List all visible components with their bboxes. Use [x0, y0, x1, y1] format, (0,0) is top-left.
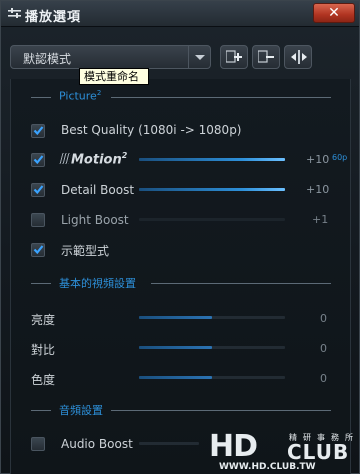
light-boost-value: +1 [312, 213, 329, 226]
hdclub-watermark: HD 精研事務所 CLUB WWW.HD.CLUB.TW [197, 429, 360, 474]
remove-preset-icon [258, 50, 274, 63]
detail-boost-slider[interactable] [139, 188, 285, 191]
contrast-slider[interactable] [139, 346, 285, 349]
detail-boost-slider-fill [139, 188, 285, 191]
detail-boost-label: Detail Boost [61, 183, 135, 197]
divider [31, 97, 51, 98]
video-section-header: 基本的視頻設置 [31, 276, 331, 290]
settings-sliders-icon [8, 8, 21, 18]
contrast-slider-fill [139, 346, 212, 349]
brightness-slider[interactable] [139, 316, 285, 319]
detail-boost-value: +10 [306, 183, 330, 196]
checkmark-icon [33, 245, 44, 255]
motion-checkbox[interactable] [31, 153, 45, 167]
motion-value: +10 [306, 153, 330, 166]
checkmark-icon [33, 126, 44, 136]
preset-select[interactable]: 默認模式 [10, 45, 211, 69]
demo-mode-checkbox[interactable] [31, 243, 45, 257]
contrast-label: 對比 [31, 343, 56, 357]
section-label-audio: 音頻設置 [59, 404, 103, 417]
options-window: 播放選項 ✕ 默認模式 Picture2 Best Quality (1080i… [0, 0, 360, 474]
watermark-url: WWW.HD.CLUB.TW [219, 462, 316, 472]
divider [151, 283, 331, 284]
hue-slider-fill [139, 376, 212, 379]
light-boost-checkbox[interactable] [31, 213, 45, 227]
hue-slider[interactable] [139, 376, 285, 379]
best-quality-label: Best Quality (1080i -> 1080p) [61, 123, 242, 137]
hue-value: 0 [320, 372, 327, 385]
add-preset-icon [226, 50, 242, 63]
section-label-video: 基本的視頻設置 [59, 277, 136, 290]
title-bar[interactable]: 播放選項 ✕ [1, 1, 359, 27]
light-boost-slider[interactable] [139, 218, 285, 221]
split-view-button[interactable] [284, 45, 312, 69]
divider [31, 410, 51, 411]
hue-label: 色度 [31, 373, 56, 387]
motion-label: Motion2 [59, 151, 127, 167]
divider [111, 97, 331, 98]
divider [31, 283, 51, 284]
motion-logo-icon [59, 153, 72, 165]
brightness-value: 0 [320, 312, 327, 325]
close-icon: ✕ [328, 5, 340, 21]
rename-tooltip: 模式重命名 [79, 68, 149, 85]
motion-slider[interactable] [139, 158, 285, 161]
audio-section-header: 音頻設置 [31, 403, 331, 417]
watermark-brand: HD [209, 429, 258, 464]
checkmark-icon [33, 155, 44, 165]
watermark-brand2: CLUB [287, 440, 350, 464]
audio-boost-slider[interactable] [139, 442, 199, 445]
close-button[interactable]: ✕ [313, 3, 355, 23]
split-view-icon [291, 50, 307, 64]
window-title: 播放選項 [25, 10, 82, 25]
motion-frame-rate: 60p [332, 153, 348, 162]
checkmark-icon [33, 185, 44, 195]
audio-boost-checkbox[interactable] [31, 437, 45, 451]
audio-boost-label: Audio Boost [61, 437, 133, 451]
light-boost-label: Light Boost [61, 213, 129, 227]
chevron-down-icon[interactable] [188, 46, 210, 68]
add-preset-button[interactable] [220, 45, 248, 69]
brightness-slider-fill [139, 316, 212, 319]
motion-slider-fill [139, 158, 285, 161]
preset-value: 默認模式 [23, 52, 72, 66]
contrast-value: 0 [320, 342, 327, 355]
remove-preset-button[interactable] [252, 45, 280, 69]
detail-boost-checkbox[interactable] [31, 183, 45, 197]
divider [111, 410, 331, 411]
section-label-picture: Picture2 [59, 89, 102, 103]
picture-section-header: Picture2 [31, 89, 331, 104]
brightness-label: 亮度 [31, 313, 56, 327]
demo-mode-label: 示範型式 [61, 244, 110, 258]
best-quality-checkbox[interactable] [31, 124, 45, 138]
